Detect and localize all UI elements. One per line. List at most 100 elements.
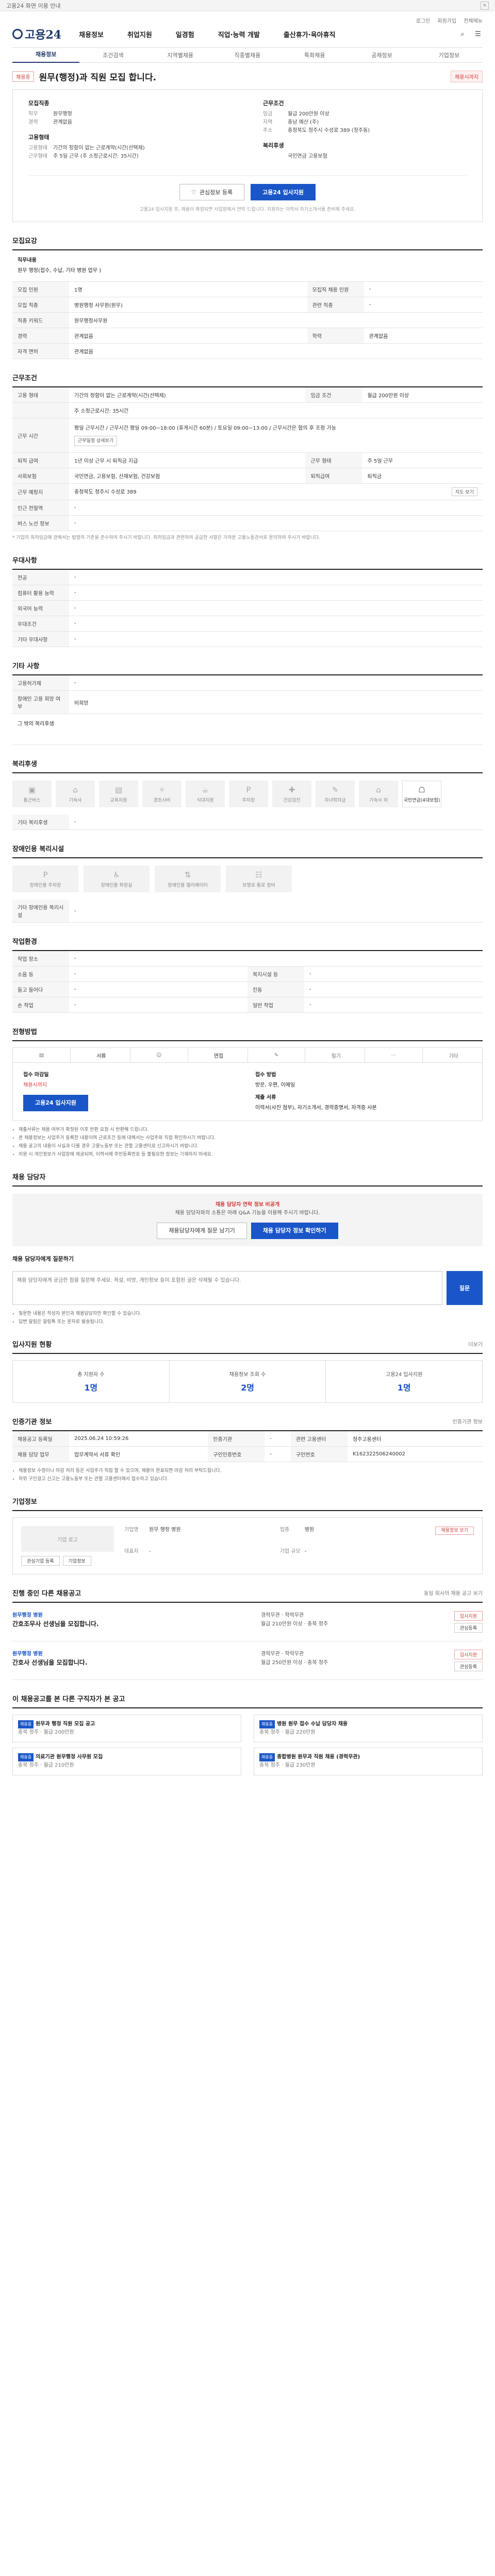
kv-employment-type: 고용형태 기간의 정함이 없는 근로계약(시간(선택제) [28, 144, 232, 152]
work-schedule-button[interactable]: 근무일정 상세보기 [74, 436, 118, 446]
all-menu-link[interactable]: 전체메뉴 [464, 16, 483, 24]
job-meta: 경력무관 · 학력무관 월급 250만원 이상 · 충북 청주 [261, 1650, 416, 1671]
table-value: - [69, 515, 483, 531]
job-company[interactable]: 원무행정 병원 [12, 1650, 251, 1658]
more-link[interactable]: 더보기 [468, 1340, 483, 1348]
company-jobs-button[interactable]: 채용정보 보기 [435, 1527, 474, 1535]
table-key: 자격 면허 [12, 343, 69, 359]
login-link[interactable]: 로그인 [416, 16, 431, 24]
job-meta: 경력무관 · 학력무관 월급 210만원 이상 · 충북 청주 [261, 1611, 416, 1633]
subnav-item-search[interactable]: 조건검색 [79, 51, 146, 59]
job-main: 원무행정 병원 간호사 선생님을 모집합니다. [12, 1650, 251, 1671]
table-value: 관계없음 [69, 343, 483, 359]
ask-question-button[interactable]: 채용담당자에게 질문 남기기 [157, 1223, 247, 1239]
search-icon[interactable]: ⌕ [458, 29, 467, 39]
kv-address: 주소 충청북도 청주시 수성로 389 (청주동) [263, 127, 467, 135]
kv-key: 임금 [263, 111, 273, 117]
welfare-item-label: 교육지원 [110, 798, 127, 803]
deadline-column: 접수 마감일 채용시까지 고용24 입사지원 [23, 1071, 240, 1112]
top-notice-text: 고용24 화면 이용 안내 [6, 2, 61, 9]
map-button[interactable]: 지도 보기 [452, 487, 477, 496]
save-interest-button[interactable]: ♡ 관심정보 등록 [179, 184, 245, 200]
company-interest-button[interactable]: 관심기업 등록 [21, 1556, 60, 1566]
list-item[interactable]: 원무행정 병원 간호조무사 선생님을 모집합니다. 경력무관 · 학력무관 월급… [12, 1603, 483, 1641]
person-icon: ☺ [130, 1048, 188, 1062]
wage-note: * 기업의 최저임금에 관해서는 법령의 기준을 준수하여 주시기 바랍니다. … [12, 535, 321, 540]
method-step-label: 기타 [449, 1053, 458, 1059]
table-row: 컴퓨터 활용 능력 - [12, 585, 483, 601]
subnav-item-jobs[interactable]: 채용정보 [12, 47, 80, 63]
kv-wage: 임금 월급 200만원 이상 [263, 110, 467, 118]
company-kv: 업종 병원 [280, 1526, 425, 1545]
subnav-item-special[interactable]: 특화채용 [281, 51, 348, 59]
recommend-card[interactable]: 채용중 종합병원 원무과 직원 채용 (경력무관) 충북 청주 · 월급 230만… [254, 1748, 483, 1775]
close-icon[interactable]: × [481, 1, 489, 10]
more-link[interactable]: 동일 회사의 채용 공고 보기 [424, 1589, 483, 1597]
company-card: 기업 로고 관심기업 등록 기업정보 기업명 원무 행정 병원 업종 병원 대표자 -… [12, 1517, 483, 1574]
nav-item-parental-leave[interactable]: 출산휴가·육아휴직 [284, 29, 336, 39]
question-area: 질문 [12, 1271, 483, 1305]
question-input[interactable] [12, 1271, 442, 1305]
job-title[interactable]: 간호사 선생님을 모집합니다. [12, 1658, 251, 1667]
job-save-button[interactable]: 관심등록 [454, 1623, 483, 1633]
job-apply-button[interactable]: 입사지원 [454, 1650, 483, 1659]
nav-item-skills[interactable]: 직업·능력 개발 [218, 29, 260, 39]
walkway-icon: ☷ [255, 870, 262, 879]
prefer-section: 우대사항 전공 - 컴퓨터 활용 능력 - 외국어 능력 - 우대조건 - 기타 우대사… [12, 555, 483, 647]
recommend-title[interactable]: 원무과 행정 직원 모집 공고 [36, 1721, 95, 1727]
question-submit-button[interactable]: 질문 [447, 1271, 483, 1305]
job-company[interactable]: 원무행정 병원 [12, 1611, 251, 1620]
welfare-item: ✧ 경조사비 [142, 781, 182, 807]
table-row: 전공 - [12, 570, 483, 585]
subnav-item-region[interactable]: 지역별채용 [147, 51, 214, 59]
job-title[interactable]: 간호조무사 선생님을 모집합니다. [12, 1620, 251, 1629]
receipt-value: 방문, 우편, 이메일 [255, 1082, 295, 1088]
table-key: 모집 직종 [12, 297, 69, 313]
recommend-title[interactable]: 의료기관 원무행정 사무원 모집 [36, 1754, 103, 1760]
table-key: 근무 예정지 [12, 483, 69, 500]
table-value: - [69, 900, 483, 923]
insurance-icon: ☖ [418, 785, 425, 794]
recommend-meta: 충북 청주 · 월급 230만원 [259, 1762, 316, 1768]
deadline-heading: 접수 마감일 [23, 1072, 49, 1078]
subnav-item-occupation[interactable]: 직종별채용 [214, 51, 281, 59]
site-logo[interactable]: 고용24 [12, 26, 61, 42]
nav-item-employment-support[interactable]: 취업지원 [127, 29, 152, 39]
recommend-title[interactable]: 병원 원무 접수 수납 담당자 채용 [277, 1721, 348, 1727]
handicap-section: 장애인용 복리시설 P 장애인용 주차장 ♿ 장애인용 화장실 ⇅ 장애인용 엘리베이… [12, 843, 483, 923]
list-item[interactable]: 원무행정 병원 간호사 선생님을 모집합니다. 경력무관 · 학력무관 월급 2… [12, 1641, 483, 1680]
recommend-card[interactable]: 채용중 병원 원무 접수 수납 담당자 채용 충북 청주 · 월급 220만원 [254, 1715, 483, 1742]
page: 고용24 화면 이용 안내 × 로그인 회원가입 전체메뉴 고용24 채용정보 … [0, 0, 495, 1786]
welfare-item-active: ☖ 국민연금(4대보험) [402, 781, 441, 807]
agency-info-button[interactable]: 인증기관 정보 [453, 1417, 483, 1425]
section-title-row: 인증기관 정보 인증기관 정보 [12, 1416, 483, 1431]
apply-button-secondary[interactable]: 고용24 입사지원 [23, 1095, 88, 1111]
method-step-label: 면접 [213, 1053, 224, 1059]
job-apply-button[interactable]: 입사지원 [454, 1611, 483, 1621]
signup-link[interactable]: 회원가입 [437, 16, 456, 24]
view-manager-button[interactable]: 채용 담당자 정보 확인하기 [251, 1223, 338, 1239]
table-value: 평일 근무시간 / 근무시간 평일 09:00~18:00 (휴게시간 60분)… [69, 418, 483, 453]
menu-icon[interactable]: ☰ [473, 29, 483, 39]
subnav-item-public[interactable]: 공채정보 [348, 51, 415, 59]
job-save-button[interactable]: 관심등록 [454, 1662, 483, 1671]
table-key: 인근 전철역 [12, 500, 69, 516]
table-row: 고용허가제 - [12, 675, 483, 691]
nav-item-jobs[interactable]: 채용정보 [79, 29, 104, 39]
handicap-item: P 장애인용 주차장 [12, 866, 78, 892]
table-row: 들고 들어다 - 진동 - [12, 981, 483, 997]
recommend-title[interactable]: 종합병원 원무과 직원 채용 (경력무관) [277, 1754, 360, 1760]
company-info-button[interactable]: 기업정보 [62, 1556, 91, 1566]
section-title: 기업정보 [12, 1496, 483, 1511]
welfare-icon-grid: ▣ 통근버스 ⌂ 기숙사 ▤ 교육지원 ✧ 경조사비 ☕ 식대지원 P 주차장 ✚ 건강검진 … [12, 773, 483, 815]
table-key: 외국어 능력 [12, 600, 69, 616]
recommend-card[interactable]: 채용중 원무과 행정 직원 모집 공고 충북 청주 · 월급 200만원 [12, 1715, 241, 1742]
nav-item-work-experience[interactable]: 일경험 [176, 29, 194, 39]
subnav-item-company[interactable]: 기업정보 [416, 51, 483, 59]
recommend-card[interactable]: 채용중 의료기관 원무행정 사무원 모집 충북 청주 · 월급 210만원 [12, 1748, 241, 1775]
welfare-block: 복리후생 국민연금 고용보험 [263, 141, 467, 161]
table-value: - [69, 981, 248, 997]
table-row: 채용 담당 업무 업무계약서 서류 확인 구인인증번호 - 구인번호 K1623225… [12, 1446, 483, 1462]
apply-button[interactable]: 고용24 입사지원 [251, 184, 316, 200]
scholarship-icon: ✎ [332, 785, 339, 794]
